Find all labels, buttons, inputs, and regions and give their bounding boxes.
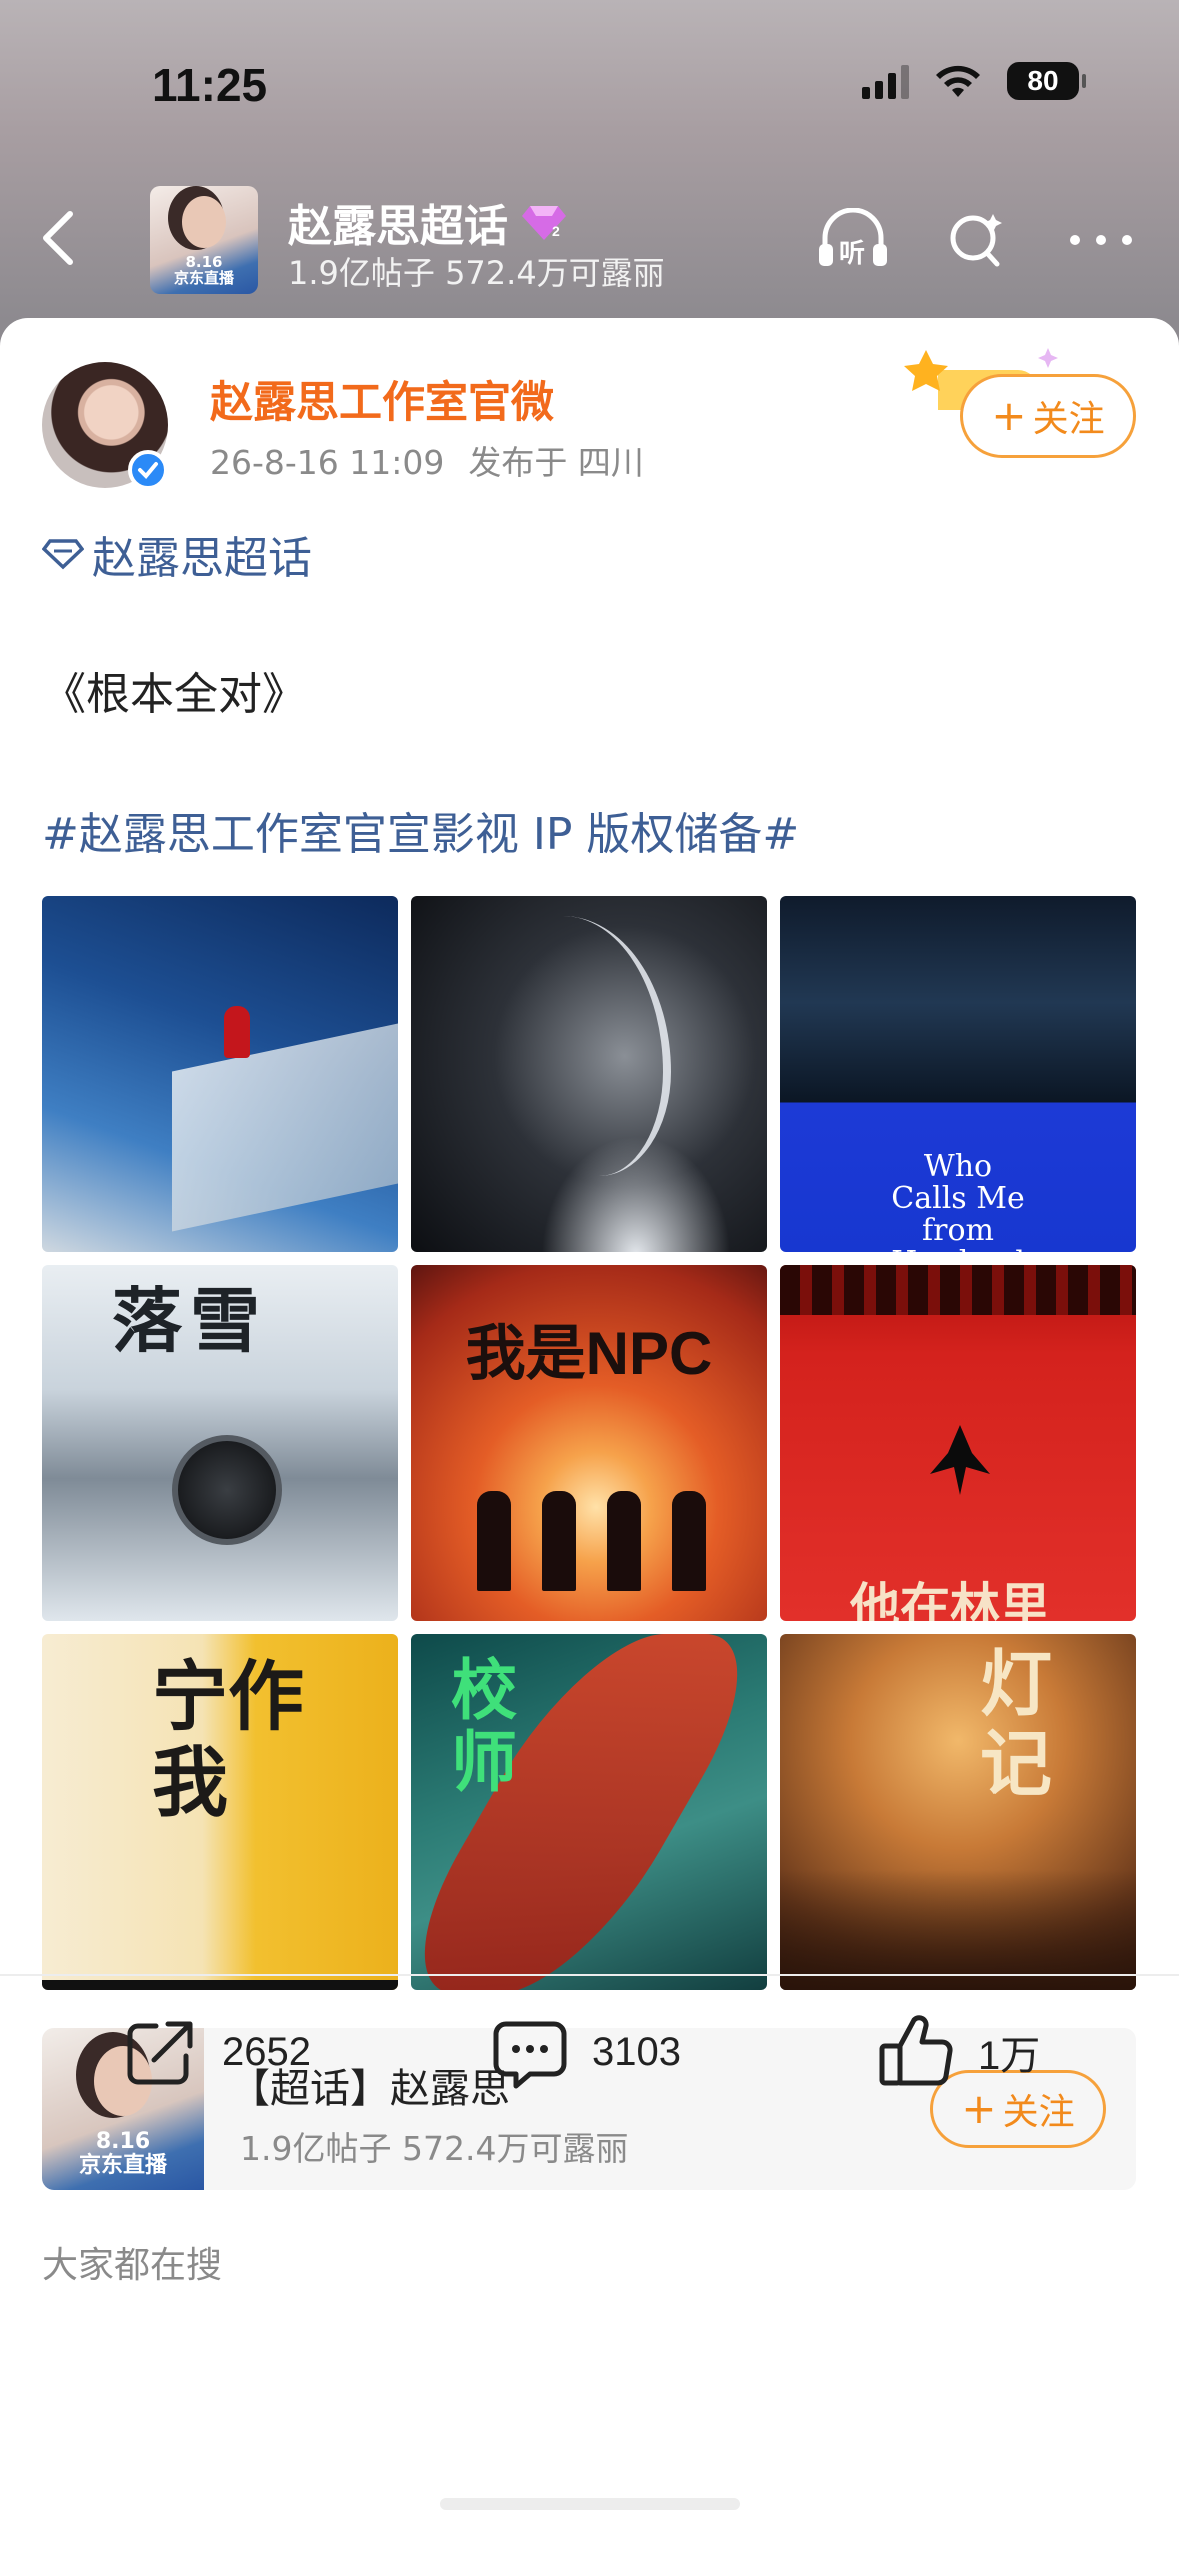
- svg-text:2: 2: [552, 223, 560, 239]
- topic-title-row[interactable]: 赵露思超话 2: [288, 190, 566, 254]
- post-image-2[interactable]: [411, 896, 767, 1252]
- level-gem-icon: 2: [522, 206, 566, 240]
- topic-avatar[interactable]: 8.16 京东直播: [150, 186, 258, 294]
- divider: [0, 1974, 1179, 1976]
- poster-title: Who Calls Me from Her land: [891, 1149, 1025, 1253]
- comment-button[interactable]: 3103: [490, 2012, 681, 2092]
- thumb-tag: 8.16 京东直播: [78, 2129, 167, 2178]
- topic-diamond-icon: [42, 539, 84, 570]
- comment-icon: [493, 2021, 567, 2089]
- status-icons: 80: [862, 62, 1086, 100]
- like-count: 1万: [978, 2034, 1041, 2078]
- follow-label: 关注: [1032, 399, 1105, 440]
- post-image-1[interactable]: [42, 896, 398, 1252]
- topic-link-label: 赵露思超话: [92, 533, 312, 584]
- verified-badge-icon: [128, 450, 168, 490]
- image-grid: Who Calls Me from Her land 落雪 我是NPC 他在林里…: [42, 896, 1136, 1990]
- cellular-signal-icon: [862, 63, 909, 99]
- search-icon[interactable]: [939, 208, 1015, 272]
- listen-icon[interactable]: 听: [815, 208, 891, 272]
- hashtag-link[interactable]: #赵露思工作室官宣影视 IP 版权储备#: [42, 798, 799, 862]
- poster-title: 校 师: [451, 1651, 517, 1801]
- post-location: 发布于 四川: [468, 443, 644, 482]
- poster-title: 他在林里: [850, 1577, 1050, 1621]
- poster-title: 宁作 我: [152, 1652, 304, 1827]
- post-image-6[interactable]: 他在林里: [780, 1265, 1136, 1621]
- avatar-tag: 8.16 京东直播: [173, 253, 234, 287]
- poster-title: 灯 记: [980, 1641, 1053, 1806]
- follow-author-button[interactable]: + 关注: [960, 374, 1136, 458]
- poster-title: 落雪: [112, 1279, 268, 1362]
- post-text: 《根本全对》: [42, 669, 306, 720]
- home-indicator[interactable]: [440, 2498, 740, 2510]
- poster-title: 我是NPC: [465, 1320, 713, 1387]
- like-icon: [879, 2015, 953, 2086]
- trending-search-label: 大家都在搜: [42, 2245, 223, 2286]
- post-image-9[interactable]: 灯 记: [780, 1634, 1136, 1990]
- like-button[interactable]: 1万: [876, 2012, 1040, 2092]
- back-icon[interactable]: [32, 208, 92, 268]
- post-meta: 26-8-16 11:09 发布于 四川: [210, 436, 644, 484]
- battery-icon: 80: [1007, 62, 1086, 100]
- plus-icon: +: [991, 391, 1027, 440]
- topic-title: 赵露思超话: [288, 201, 508, 252]
- topic-stats: 1.9亿帖子 572.4万可露丽: [288, 254, 665, 292]
- post-image-4[interactable]: 落雪: [42, 1265, 398, 1621]
- post-image-3[interactable]: Who Calls Me from Her land: [780, 896, 1136, 1252]
- post-time: 26-8-16 11:09: [210, 443, 445, 482]
- share-icon: [127, 2021, 193, 2085]
- post-image-7[interactable]: 宁作 我: [42, 1634, 398, 1990]
- post-image-5[interactable]: 我是NPC: [411, 1265, 767, 1621]
- more-icon[interactable]: [1063, 208, 1139, 272]
- status-time: 11:25: [152, 59, 268, 111]
- author-name[interactable]: 赵露思工作室官微: [210, 368, 554, 430]
- post-image-8[interactable]: 校 师: [411, 1634, 767, 1990]
- share-button[interactable]: 2652: [120, 2012, 311, 2092]
- topic-card-stats: 1.9亿帖子 572.4万可露丽: [240, 2129, 629, 2168]
- comment-count: 3103: [592, 2029, 681, 2074]
- post-card: 赵露思工作室官微 26-8-16 11:09 发布于 四川 + 关注 赵露思超话 …: [0, 318, 1179, 2556]
- topic-header: 8.16 京东直播 赵露思超话 2 1.9亿帖子 572.4万可露丽 听: [0, 180, 1179, 300]
- listen-label: 听: [839, 239, 865, 269]
- header-actions: 听: [815, 208, 1139, 272]
- share-count: 2652: [222, 2029, 311, 2074]
- wifi-icon: [936, 65, 980, 97]
- plus-icon: +: [961, 2084, 997, 2133]
- topic-link[interactable]: 赵露思超话: [42, 522, 312, 586]
